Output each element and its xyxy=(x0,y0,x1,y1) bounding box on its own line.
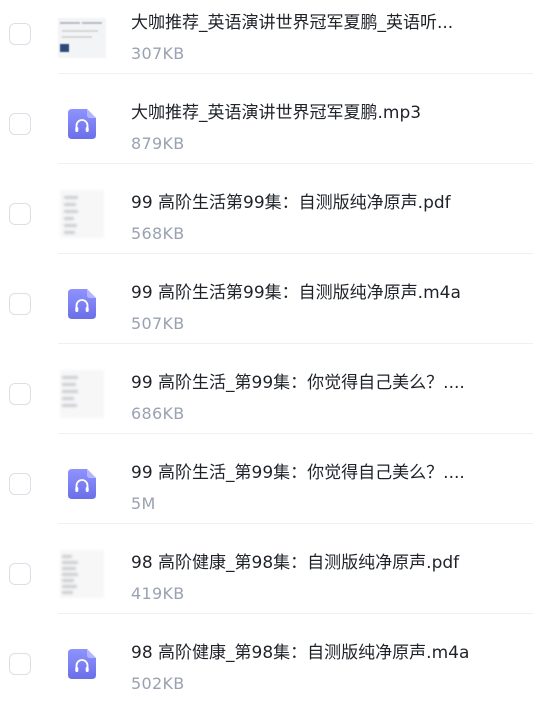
audio-file-thumbnail xyxy=(58,640,106,688)
pdf-thumbnail xyxy=(58,550,106,598)
file-row[interactable]: 99 高阶生活_第99集：你觉得自己美么？.... 5M xyxy=(0,434,533,524)
file-size: 5M xyxy=(131,494,156,513)
file-name: 99 高阶生活_第99集：你觉得自己美么？.... xyxy=(131,373,465,393)
pdf-thumbnail xyxy=(58,370,106,418)
file-checkbox[interactable] xyxy=(9,473,31,495)
file-size: 507KB xyxy=(131,314,185,333)
audio-file-thumbnail xyxy=(58,280,106,328)
file-list: 大咖推荐_英语演讲世界冠军夏鹏_英语听... 307KB 大咖推荐_英语演讲世界 xyxy=(0,0,533,704)
file-row[interactable]: 98 高阶健康_第98集：自测版纯净原声.m4a 502KB xyxy=(0,614,533,704)
headphones-icon xyxy=(68,469,96,499)
audio-file-thumbnail xyxy=(58,460,106,508)
file-checkbox[interactable] xyxy=(9,563,31,585)
file-name: 99 高阶生活第99集：自测版纯净原声.m4a xyxy=(131,283,461,303)
file-row[interactable]: 大咖推荐_英语演讲世界冠军夏鹏_英语听... 307KB xyxy=(0,0,533,74)
file-name: 大咖推荐_英语演讲世界冠军夏鹏_英语听... xyxy=(131,13,454,33)
file-size: 307KB xyxy=(131,44,185,63)
document-cover-thumbnail xyxy=(58,10,106,58)
file-size: 568KB xyxy=(131,224,185,243)
file-checkbox[interactable] xyxy=(9,23,31,45)
file-size: 502KB xyxy=(131,674,185,693)
file-row[interactable]: 98 高阶健康_第98集：自测版纯净原声.pdf 419KB xyxy=(0,524,533,614)
file-size: 419KB xyxy=(131,584,185,603)
audio-file-thumbnail xyxy=(58,100,106,148)
file-row[interactable]: 99 高阶生活_第99集：你觉得自己美么？.... 686KB xyxy=(0,344,533,434)
file-checkbox[interactable] xyxy=(9,293,31,315)
file-checkbox[interactable] xyxy=(9,203,31,225)
headphones-icon xyxy=(68,649,96,679)
file-checkbox[interactable] xyxy=(9,653,31,675)
file-checkbox[interactable] xyxy=(9,383,31,405)
file-name: 大咖推荐_英语演讲世界冠军夏鹏.mp3 xyxy=(131,103,422,123)
pdf-thumbnail xyxy=(58,190,106,238)
file-row[interactable]: 99 高阶生活第99集：自测版纯净原声.pdf 568KB xyxy=(0,164,533,254)
file-checkbox[interactable] xyxy=(9,113,31,135)
file-name: 99 高阶生活_第99集：你觉得自己美么？.... xyxy=(131,463,465,483)
headphones-icon xyxy=(68,109,96,139)
file-name: 98 高阶健康_第98集：自测版纯净原声.pdf xyxy=(131,553,460,573)
file-name: 98 高阶健康_第98集：自测版纯净原声.m4a xyxy=(131,643,470,663)
file-name: 99 高阶生活第99集：自测版纯净原声.pdf xyxy=(131,193,451,213)
file-size: 879KB xyxy=(131,134,185,153)
file-row[interactable]: 大咖推荐_英语演讲世界冠军夏鹏.mp3 879KB xyxy=(0,74,533,164)
file-row[interactable]: 99 高阶生活第99集：自测版纯净原声.m4a 507KB xyxy=(0,254,533,344)
headphones-icon xyxy=(68,289,96,319)
file-size: 686KB xyxy=(131,404,185,423)
